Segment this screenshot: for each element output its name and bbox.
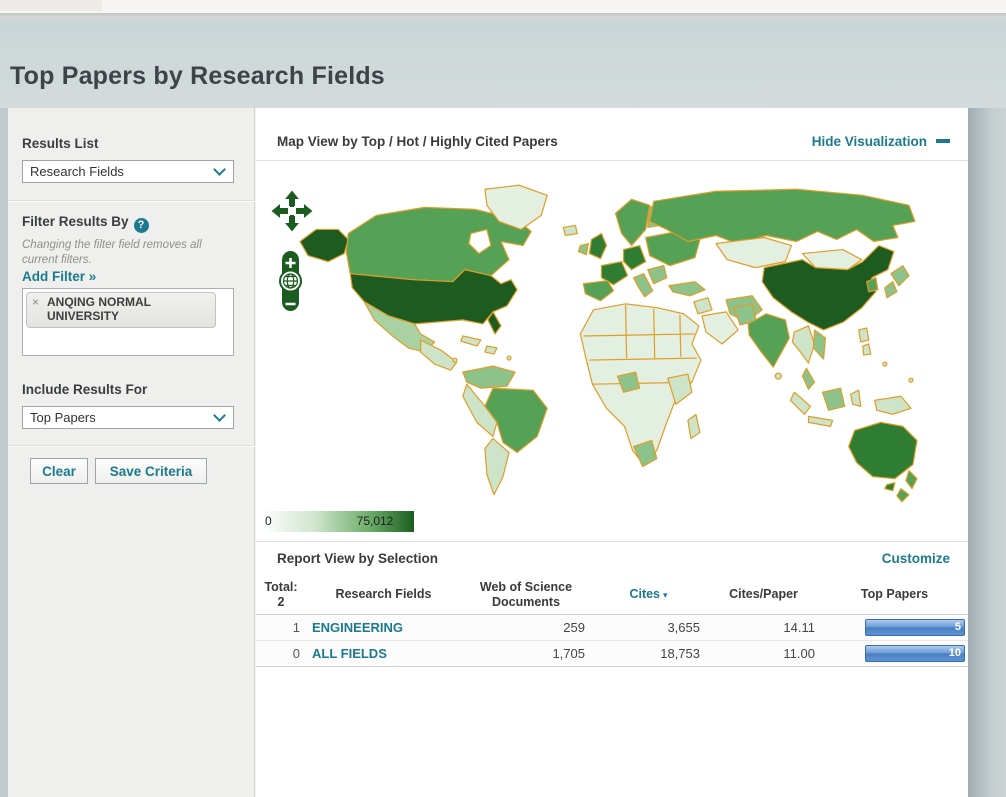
map-visualization: 0 75,012 (256, 161, 968, 541)
field-link[interactable]: ENGINEERING (312, 620, 403, 635)
row-cites: 18,753 (591, 640, 706, 666)
remove-filter-icon[interactable]: × (32, 296, 39, 310)
filter-chip[interactable]: × ANQING NORMAL UNIVERSITY (26, 292, 216, 328)
report-section-header: Report View by Selection Customize (256, 542, 968, 576)
results-list-select[interactable]: Research Fields (22, 160, 234, 183)
globe-icon (280, 271, 301, 292)
map-section-header: Map View by Top / Hot / Highly Cited Pap… (256, 108, 968, 160)
continent-south-america[interactable] (463, 366, 547, 495)
page-title: Top Papers by Research Fields (10, 62, 385, 91)
row-rank: 0 (256, 640, 306, 666)
total-count: 2 (258, 595, 304, 610)
pan-down-icon (283, 214, 301, 233)
pan-up-icon (283, 189, 301, 208)
column-research-fields[interactable]: Research Fields (306, 576, 461, 614)
report-table: Total: 2 Research Fields Web of Science … (256, 576, 968, 667)
column-cites-per-paper[interactable]: Cites/Paper (706, 576, 821, 614)
results-list-label: Results List (22, 136, 99, 151)
top-papers-value: 5 (955, 621, 961, 633)
column-top-papers[interactable]: Top Papers (821, 576, 968, 614)
browser-tab-remnant (0, 0, 102, 11)
sidebar-divider (8, 445, 255, 447)
legend-max-value: 75,012 (357, 514, 394, 528)
top-papers-value: 10 (949, 647, 961, 659)
table-row: 1 ENGINEERING 259 3,655 14.11 5 (256, 614, 968, 640)
main-content: Map View by Top / Hot / Highly Cited Pap… (256, 108, 968, 797)
hide-visualization-link[interactable]: Hide Visualization (812, 134, 927, 149)
map-zoom-control[interactable] (279, 249, 303, 315)
filter-note: Changing the filter field removes all cu… (22, 238, 230, 268)
collapse-minus-icon[interactable] (936, 139, 950, 143)
help-icon[interactable]: ? (134, 218, 149, 233)
chevron-down-icon (213, 163, 226, 176)
continent-africa[interactable] (580, 304, 701, 467)
table-header-row: Total: 2 Research Fields Web of Science … (256, 576, 968, 614)
row-cites: 3,655 (591, 614, 706, 640)
continent-north-america[interactable] (300, 185, 577, 370)
map-view-title: Map View by Top / Hot / Highly Cited Pap… (277, 134, 558, 149)
left-margin-strip (0, 108, 8, 797)
customize-link[interactable]: Customize (882, 551, 950, 566)
legend-min-value: 0 (265, 514, 272, 528)
page: Top Papers by Research Fields Results Li… (0, 0, 1006, 797)
column-wos-documents[interactable]: Web of Science Documents (461, 576, 591, 614)
right-margin-strip (968, 108, 1006, 797)
map-pan-control[interactable] (268, 188, 316, 240)
results-list-value: Research Fields (30, 164, 124, 179)
pan-left-icon (270, 202, 289, 220)
column-cites-sorted[interactable]: Cites▾ (591, 576, 706, 614)
save-criteria-button[interactable]: Save Criteria (95, 458, 207, 484)
top-papers-bar: 5 (865, 619, 965, 636)
clear-button[interactable]: Clear (30, 458, 88, 484)
include-results-select[interactable]: Top Papers (22, 406, 234, 429)
page-header: Top Papers by Research Fields (0, 18, 1006, 108)
top-papers-bar: 10 (865, 645, 965, 662)
filters-sidebar: Results List Research Fields Filter Resu… (8, 108, 255, 797)
filter-results-label: Filter Results By? (22, 214, 149, 233)
row-rank: 1 (256, 614, 306, 640)
include-results-value: Top Papers (30, 410, 96, 425)
row-documents: 1,705 (461, 640, 591, 666)
field-link[interactable]: ALL FIELDS (312, 646, 387, 661)
sort-desc-icon: ▾ (663, 590, 668, 600)
active-filters-box: × ANQING NORMAL UNIVERSITY (22, 288, 234, 356)
add-filter-link[interactable]: Add Filter » (22, 269, 96, 284)
pan-right-icon (295, 202, 314, 220)
browser-top-strip (0, 0, 1006, 13)
row-documents: 259 (461, 614, 591, 640)
include-results-label: Include Results For (22, 382, 147, 397)
row-cites-per-paper: 11.00 (706, 640, 821, 666)
chevron-down-icon (213, 409, 226, 422)
report-view-title: Report View by Selection (277, 551, 438, 566)
world-map[interactable] (294, 183, 922, 503)
filter-chip-label: ANQING NORMAL UNIVERSITY (47, 295, 151, 323)
total-header: Total: 2 (256, 576, 306, 614)
row-cites-per-paper: 14.11 (706, 614, 821, 640)
sidebar-divider (8, 200, 255, 202)
table-row: 0 ALL FIELDS 1,705 18,753 11.00 10 (256, 640, 968, 666)
